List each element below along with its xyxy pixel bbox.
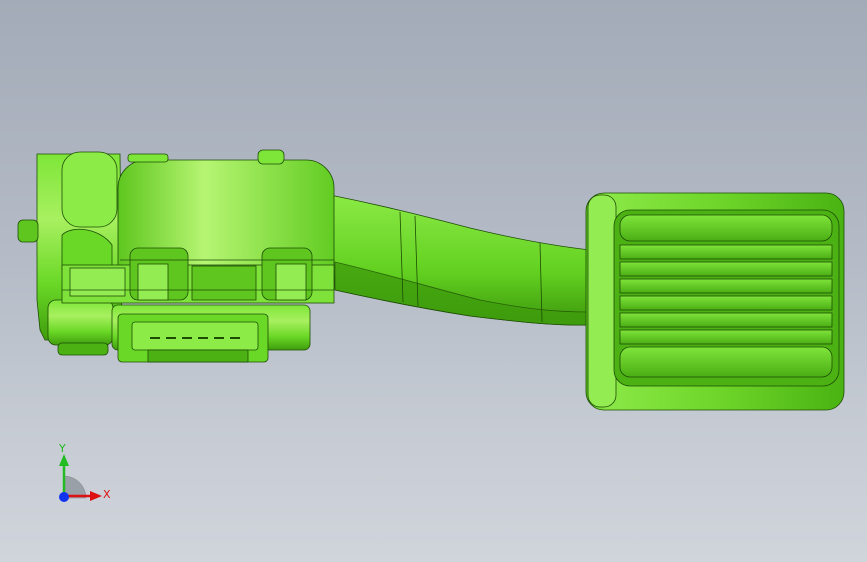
- y-axis-label: Y: [58, 442, 66, 455]
- coordinate-triad: Y X: [58, 442, 111, 502]
- x-axis-label: X: [103, 488, 111, 501]
- graphics-viewport[interactable]: Y X: [0, 0, 867, 562]
- pedal-model[interactable]: [17, 149, 845, 411]
